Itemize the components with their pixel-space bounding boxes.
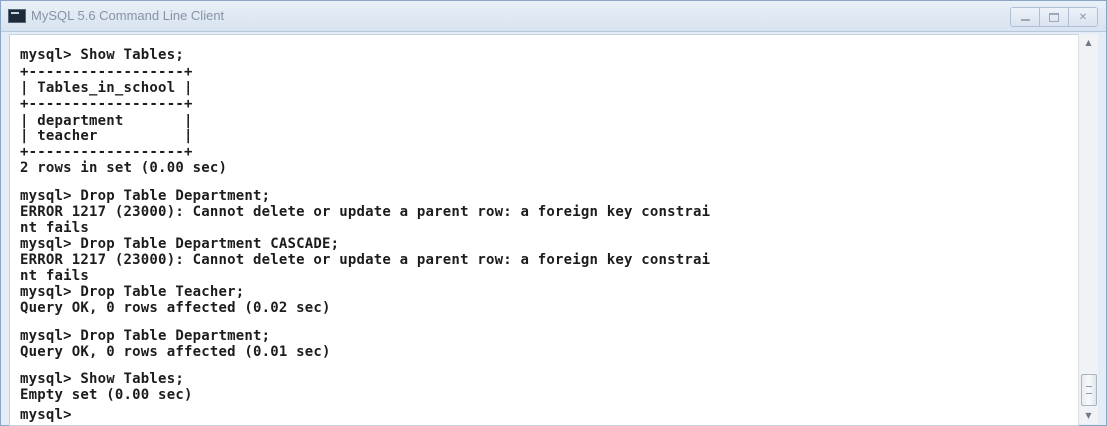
vertical-scrollbar[interactable]: ▲ ▼ (1078, 34, 1098, 424)
scroll-up-arrow-icon[interactable]: ▲ (1079, 34, 1098, 51)
scroll-thumb[interactable] (1081, 374, 1097, 406)
console-line: mysql> Show Tables; (20, 371, 184, 387)
console-window: MySQL 5.6 Command Line Client ✕ mysql> S… (0, 0, 1107, 426)
console-line: 2 rows in set (0.00 sec) (20, 160, 228, 176)
console-prompt: mysql> (20, 407, 72, 423)
console-line: mysql> Drop Table Teacher; (20, 284, 245, 300)
console-line: mysql> Show Tables; (20, 47, 184, 63)
console-line: nt fails (20, 268, 90, 284)
console-output[interactable]: mysql> Show Tables; +------------------+… (9, 34, 1079, 426)
window-title: MySQL 5.6 Command Line Client (31, 8, 225, 23)
console-window-icon (8, 9, 26, 23)
maximize-button[interactable] (1039, 8, 1068, 26)
console-line: Empty set (0.00 sec) (20, 387, 193, 403)
console-line: mysql> Drop Table Department; (20, 188, 271, 204)
console-line: ERROR 1217 (23000): Cannot delete or upd… (20, 204, 711, 220)
console-line: ERROR 1217 (23000): Cannot delete or upd… (20, 252, 711, 268)
caption-buttons: ✕ (1010, 7, 1098, 27)
minimize-button[interactable] (1011, 8, 1039, 26)
scroll-down-arrow-icon[interactable]: ▼ (1079, 407, 1098, 424)
console-line: mysql> Drop Table Department; (20, 328, 271, 344)
console-line: +------------------+ (20, 64, 193, 80)
console-line: +------------------+ (20, 96, 193, 112)
console-line: mysql> Drop Table Department CASCADE; (20, 236, 340, 252)
title-bar[interactable]: MySQL 5.6 Command Line Client ✕ (1, 1, 1106, 32)
close-icon: ✕ (1078, 11, 1088, 23)
console-line: Query OK, 0 rows affected (0.02 sec) (20, 300, 331, 316)
console-line: +------------------+ (20, 144, 193, 160)
console-line: | department | (20, 113, 193, 129)
console-line: Query OK, 0 rows affected (0.01 sec) (20, 344, 331, 360)
close-button[interactable]: ✕ (1068, 8, 1097, 26)
console-line: nt fails (20, 220, 90, 236)
console-line: | teacher | (20, 128, 193, 144)
console-line: | Tables_in_school | (20, 80, 193, 96)
